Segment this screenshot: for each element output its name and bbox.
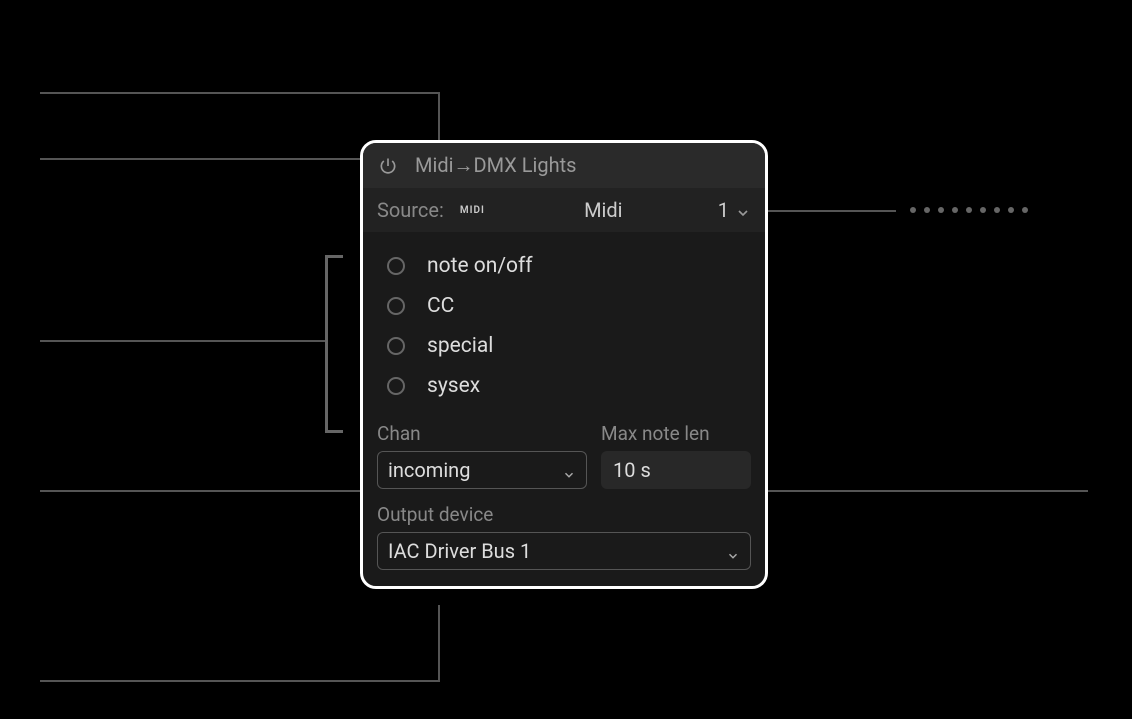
- radio-label: note on/off: [427, 254, 533, 278]
- radio-circle-icon: [387, 297, 405, 315]
- source-name: Midi: [501, 198, 706, 222]
- chevron-down-icon: [735, 202, 751, 218]
- radio-label: special: [427, 334, 493, 358]
- radio-circle-icon: [387, 337, 405, 355]
- radio-sysex[interactable]: sysex: [387, 366, 751, 406]
- source-label: Source:: [377, 198, 444, 222]
- radio-note-onoff[interactable]: note on/off: [387, 246, 751, 286]
- max-note-len-group: Max note len 10 s: [601, 422, 751, 489]
- radio-label: sysex: [427, 374, 480, 398]
- source-row: Source: MIDI Midi 1: [363, 188, 765, 232]
- panel-title: Midi→DMX Lights: [415, 153, 576, 178]
- message-type-options: note on/off CC special sysex: [363, 232, 765, 422]
- channel-label: Chan: [377, 422, 587, 445]
- panel-header: Midi→DMX Lights: [363, 143, 765, 188]
- channel-group: Chan incoming: [377, 422, 587, 489]
- chevron-down-icon: [562, 463, 576, 477]
- output-section: Output device IAC Driver Bus 1: [363, 503, 765, 586]
- output-device-label: Output device: [377, 503, 751, 526]
- max-note-len-label: Max note len: [601, 422, 751, 445]
- midi-dmx-panel: Midi→DMX Lights Source: MIDI Midi 1 note…: [360, 140, 768, 589]
- midi-port-dropdown[interactable]: 1: [718, 198, 751, 222]
- max-note-len-value: 10 s: [613, 458, 651, 482]
- midi-badge: MIDI: [456, 203, 489, 218]
- radio-special[interactable]: special: [387, 326, 751, 366]
- controls-row: Chan incoming Max note len 10 s: [363, 422, 765, 503]
- chevron-down-icon: [726, 544, 740, 558]
- max-note-len-input[interactable]: 10 s: [601, 451, 751, 489]
- radio-circle-icon: [387, 257, 405, 275]
- channel-select[interactable]: incoming: [377, 451, 587, 489]
- radio-circle-icon: [387, 377, 405, 395]
- output-device-value: IAC Driver Bus 1: [388, 539, 531, 563]
- channel-value: incoming: [388, 458, 470, 482]
- port-value: 1: [718, 198, 729, 222]
- power-icon[interactable]: [377, 155, 399, 177]
- radio-cc[interactable]: CC: [387, 286, 751, 326]
- radio-label: CC: [427, 294, 454, 318]
- output-device-select[interactable]: IAC Driver Bus 1: [377, 532, 751, 570]
